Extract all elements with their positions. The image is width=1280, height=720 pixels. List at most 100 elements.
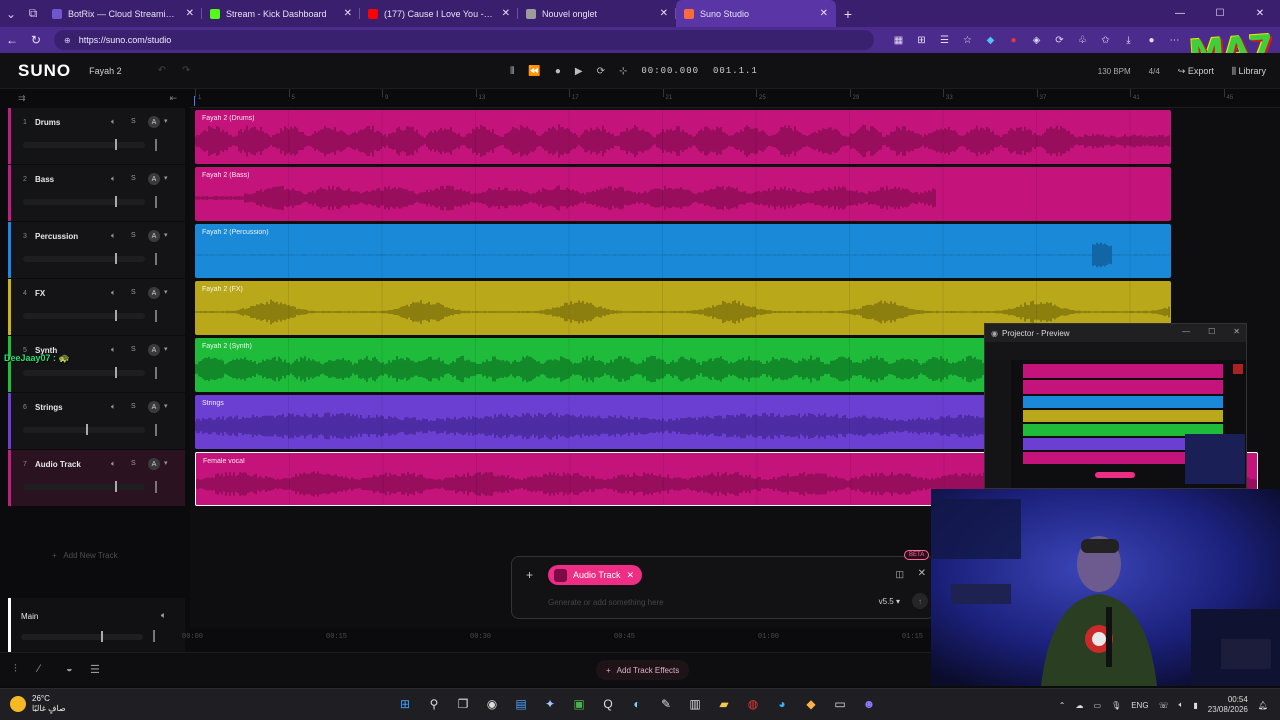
pan-knob[interactable] <box>155 253 157 265</box>
redo-icon[interactable]: ↷ <box>182 65 190 76</box>
task-view-icon[interactable]: ❐ <box>454 695 472 713</box>
volume-fader[interactable] <box>23 481 145 492</box>
automation-button[interactable]: A <box>148 116 160 128</box>
workspaces-icon[interactable]: ⧉ <box>22 0 44 27</box>
loop-icon[interactable]: ⟳ <box>597 66 605 77</box>
track-header-audio-track[interactable]: 7 Audio Track 🔈︎ S A ▾ <box>8 450 185 506</box>
extension-icon[interactable]: ▦ <box>890 32 907 49</box>
track-menu-icon[interactable]: ▾ <box>164 174 168 182</box>
prompt-input[interactable]: Generate or add something here <box>548 598 664 607</box>
collapse-icon[interactable]: ⇤ <box>169 93 177 104</box>
selected-track-chip[interactable]: Audio Track ✕ <box>548 565 643 585</box>
automation-button[interactable]: A <box>148 401 160 413</box>
track-name[interactable]: Bass <box>35 175 54 184</box>
audio-clip-percussion[interactable]: Fayah 2 (Percussion) <box>195 224 1171 278</box>
volume-icon[interactable]: 🔈︎ <box>1179 700 1184 710</box>
reload-icon[interactable]: ↻ <box>24 33 48 47</box>
mute-icon[interactable]: 🔈︎ <box>111 345 116 355</box>
tab-1[interactable]: Stream - Kick Dashboard ✕ <box>202 0 360 27</box>
send-button[interactable]: ↑ <box>912 593 928 609</box>
edge-icon[interactable]: ◕ <box>773 695 791 713</box>
favorite-icon[interactable]: ☆ <box>959 32 976 49</box>
project-name[interactable]: Fayah 2 <box>89 66 122 76</box>
language-indicator[interactable]: ENG <box>1131 701 1148 710</box>
track-header-synth[interactable]: 5 Synth 🔈︎ S A ▾ <box>8 336 185 392</box>
volume-icon[interactable]: 🔈︎ <box>161 610 166 621</box>
tray-app-icon[interactable]: ▭ <box>1094 701 1102 710</box>
fader-handle[interactable] <box>115 367 117 378</box>
main-pan-knob[interactable] <box>153 630 155 642</box>
mute-icon[interactable]: 🔈︎ <box>111 231 116 241</box>
automation-icon[interactable]: ∕ <box>38 663 40 675</box>
add-icon[interactable]: + <box>526 568 533 582</box>
close-tab-icon[interactable]: ✕ <box>502 8 510 19</box>
close-tab-icon[interactable]: ✕ <box>820 8 828 19</box>
volume-fader[interactable] <box>23 424 145 435</box>
automation-button[interactable]: A <box>148 287 160 299</box>
pan-knob[interactable] <box>155 424 157 436</box>
pan-knob[interactable] <box>155 310 157 322</box>
undo-icon[interactable]: ↶ <box>158 65 166 76</box>
weather-widget[interactable]: 26°C صافٍ غالبًا <box>10 694 66 714</box>
app-icon[interactable]: Q <box>599 695 617 713</box>
track-header-fx[interactable]: 4 FX 🔈︎ S A ▾ <box>8 279 185 335</box>
play-icon[interactable]: ▶ <box>575 66 583 77</box>
app-icon[interactable]: ✦ <box>541 695 559 713</box>
site-info-icon[interactable]: ⊕ <box>64 36 71 45</box>
file-explorer-icon[interactable]: ▰ <box>715 695 733 713</box>
mute-icon[interactable]: 🔈︎ <box>111 402 116 412</box>
bpm-display[interactable]: 130 BPM <box>1098 67 1131 76</box>
fader-handle[interactable] <box>101 631 103 642</box>
close-tab-icon[interactable]: ✕ <box>344 8 352 19</box>
browser-icon[interactable]: ◍ <box>744 695 762 713</box>
solo-button[interactable]: S <box>131 232 136 239</box>
new-tab-button[interactable]: + <box>836 6 860 22</box>
close-tab-icon[interactable]: ✕ <box>186 8 194 19</box>
add-track-button[interactable]: + Add New Track <box>52 551 118 560</box>
maximize-button[interactable]: ☐ <box>1200 0 1240 27</box>
clock[interactable]: 00:54 23/08/2026 <box>1208 695 1248 715</box>
battery-icon[interactable]: ▮ <box>1193 701 1197 710</box>
obs-icon[interactable]: ◉ <box>483 695 501 713</box>
volume-fader[interactable] <box>23 310 145 321</box>
remove-chip-icon[interactable]: ✕ <box>627 570 635 581</box>
app-icon[interactable]: ▣ <box>570 695 588 713</box>
bar-ruler[interactable]: 1 5 9 13 17 21 25 29 33 37 41 45 <box>190 89 1280 108</box>
close-icon[interactable]: ✕ <box>918 568 926 579</box>
automation-button[interactable]: A <box>148 230 160 242</box>
volume-fader[interactable] <box>23 253 145 264</box>
track-name[interactable]: Percussion <box>35 232 78 241</box>
mute-icon[interactable]: 🔈︎ <box>111 459 116 469</box>
pan-knob[interactable] <box>155 196 157 208</box>
solo-button[interactable]: S <box>131 460 136 467</box>
fader-handle[interactable] <box>115 196 117 207</box>
address-bar[interactable]: ⊕ https://suno.com/studio <box>54 30 874 50</box>
fader-handle[interactable] <box>115 139 117 150</box>
library-button[interactable]: ⫼ Library <box>1232 66 1266 77</box>
model-version-select[interactable]: v5.5 ▾ <box>879 597 900 606</box>
app-icon[interactable]: ◆ <box>802 695 820 713</box>
track-menu-icon[interactable]: ▾ <box>164 402 168 410</box>
extension-icon[interactable]: ◈ <box>1028 32 1045 49</box>
back-icon[interactable]: ← <box>0 33 24 47</box>
audio-clip-bass[interactable]: Fayah 2 (Bass) <box>195 167 1171 221</box>
close-tab-icon[interactable]: ✕ <box>660 8 668 19</box>
volume-fader[interactable] <box>23 367 145 378</box>
copilot-icon[interactable]: ◐ <box>628 695 646 713</box>
track-menu-icon[interactable]: ▾ <box>164 345 168 353</box>
favorites-icon[interactable]: ✩ <box>1097 32 1114 49</box>
track-header-strings[interactable]: 6 Strings 🔈︎ S A ▾ <box>8 393 185 449</box>
pan-knob[interactable] <box>155 481 157 493</box>
solo-button[interactable]: S <box>131 118 136 125</box>
start-icon[interactable]: ⊞ <box>396 695 414 713</box>
list-icon[interactable]: ☰ <box>90 663 100 676</box>
microphone-icon[interactable]: 🎙︎ <box>1111 701 1121 710</box>
close-button[interactable]: ✕ <box>1233 327 1240 336</box>
track-menu-icon[interactable]: ▾ <box>164 459 168 467</box>
pan-knob[interactable] <box>155 139 157 151</box>
tab-3[interactable]: Nouvel onglet ✕ <box>518 0 676 27</box>
track-menu-icon[interactable]: ▾ <box>164 288 168 296</box>
extension-icon[interactable]: ⊞ <box>913 32 930 49</box>
automation-button[interactable]: A <box>148 458 160 470</box>
eq-icon[interactable]: ◒ <box>66 663 73 675</box>
